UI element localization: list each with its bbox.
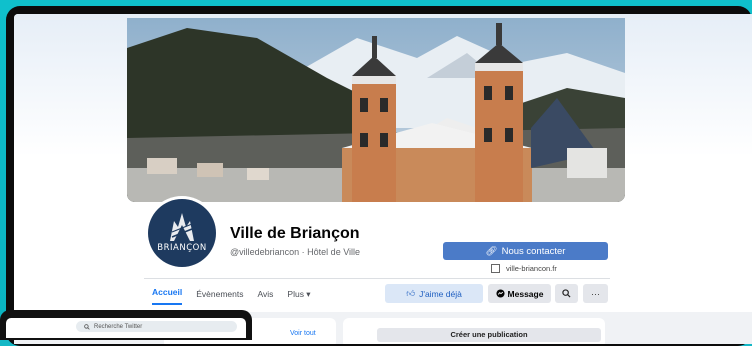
tab-accueil[interactable]: Accueil [152, 284, 183, 305]
profile-avatar[interactable]: BRIANÇON [145, 196, 219, 270]
thumbs-up-icon: 👍︎ [406, 288, 416, 298]
website-link[interactable]: ville-briancon.fr [491, 264, 557, 273]
external-link-icon [491, 264, 500, 273]
website-label: ville-briancon.fr [506, 264, 557, 273]
page-title: Ville de Briançon [230, 225, 360, 242]
twitter-search-input[interactable]: Recherche Twitter [76, 321, 237, 332]
page-handle: @villedebriancon · Hôtel de Ville [230, 247, 361, 257]
message-button-label: Message [507, 288, 544, 299]
divider [144, 278, 610, 279]
tab-plus[interactable]: Plus ▾ [287, 286, 310, 303]
cover-photo-image [127, 18, 625, 202]
logo-text: BRIANÇON [157, 243, 207, 253]
composer-title[interactable]: Créer une publication [377, 328, 601, 342]
more-options-button[interactable]: ··· [583, 284, 608, 303]
ellipsis-icon: ··· [591, 288, 600, 299]
tab-evenements[interactable]: Évènements [196, 286, 243, 302]
briancon-logo: BRIANÇON [148, 199, 216, 267]
tab-avis[interactable]: Avis [258, 286, 274, 302]
messenger-icon [495, 289, 505, 298]
link-icon: 🔗︎ [485, 245, 498, 257]
search-icon [562, 289, 571, 298]
twitter-search-placeholder: Recherche Twitter [94, 323, 143, 330]
page-tabs: Accueil Évènements Avis Plus ▾ [152, 284, 311, 305]
composer-card: Créer une publication [343, 318, 605, 344]
like-button-label: J'aime déjà [419, 288, 462, 299]
cover-photo[interactable] [127, 18, 625, 202]
contact-button[interactable]: 🔗︎ Nous contacter [443, 242, 608, 260]
like-button[interactable]: 👍︎ J'aime déjà [385, 284, 483, 303]
contact-button-label: Nous contacter [501, 245, 566, 257]
search-icon [84, 323, 90, 330]
profile-card [14, 204, 752, 312]
fortress-icon [170, 213, 194, 241]
search-button[interactable] [555, 284, 578, 303]
browser-screen: BRIANÇON Ville de Briançon @villedebrian… [14, 14, 752, 344]
message-button[interactable]: Message [488, 284, 551, 303]
